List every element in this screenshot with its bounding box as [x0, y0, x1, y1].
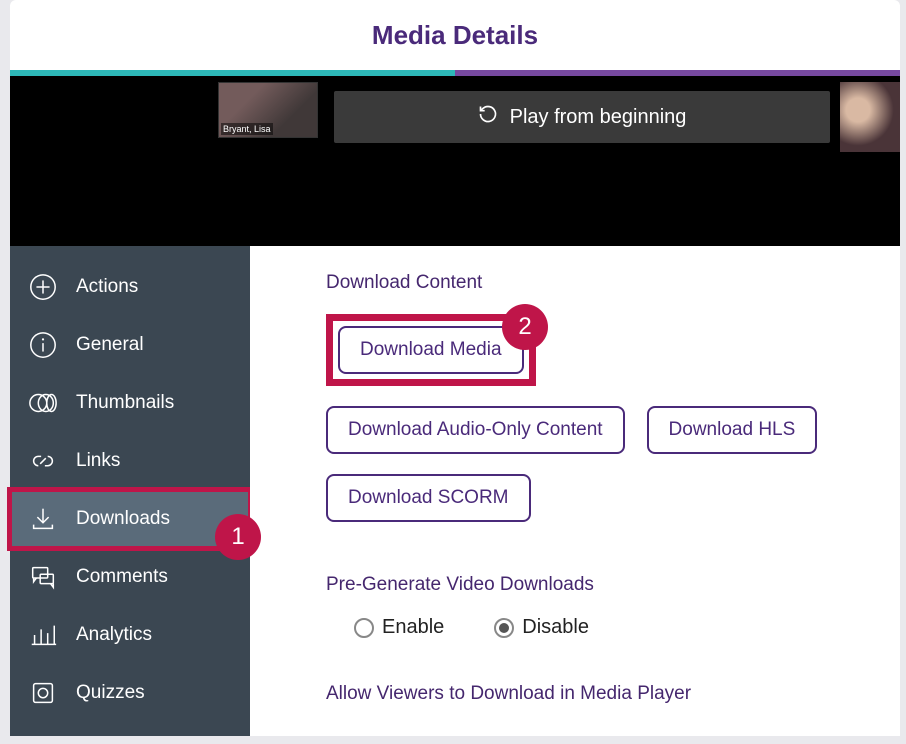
sidebar-item-label: Thumbnails — [76, 392, 174, 414]
participant-thumbnail: Bryant, Lisa — [218, 82, 318, 138]
video-player-area: Bryant, Lisa Play from beginning — [10, 76, 900, 246]
sidebar: Actions General Thumbnails Links — [10, 246, 250, 736]
reload-icon — [478, 104, 498, 130]
sidebar-item-actions[interactable]: Actions — [10, 258, 250, 316]
play-from-beginning-label: Play from beginning — [510, 106, 687, 129]
download-scorm-button[interactable]: Download SCORM — [326, 474, 531, 522]
content-row: Actions General Thumbnails Links — [10, 246, 900, 736]
sidebar-item-downloads[interactable]: Downloads — [10, 490, 250, 548]
pregenerate-title: Pre-Generate Video Downloads — [326, 574, 862, 596]
quiz-icon — [28, 678, 58, 708]
radio-icon — [494, 618, 514, 638]
radio-enable-label: Enable — [382, 616, 444, 639]
radio-icon — [354, 618, 374, 638]
thumbnails-icon — [28, 388, 58, 418]
participant-name-label: Bryant, Lisa — [221, 123, 273, 135]
link-icon — [28, 446, 58, 476]
radio-disable-label: Disable — [522, 616, 589, 639]
download-icon — [28, 504, 58, 534]
sidebar-item-thumbnails[interactable]: Thumbnails — [10, 374, 250, 432]
sidebar-item-label: Actions — [76, 276, 138, 298]
pregenerate-radio-group: Enable Disable — [354, 616, 862, 639]
main-panel: Download Content Download Media Download… — [250, 246, 900, 736]
sidebar-item-label: Links — [76, 450, 120, 472]
download-audio-button[interactable]: Download Audio-Only Content — [326, 406, 625, 454]
info-circle-icon — [28, 330, 58, 360]
sidebar-item-label: Comments — [76, 566, 168, 588]
sidebar-item-quizzes[interactable]: Quizzes — [10, 664, 250, 722]
sidebar-item-links[interactable]: Links — [10, 432, 250, 490]
sidebar-item-analytics[interactable]: Analytics — [10, 606, 250, 664]
play-from-beginning-button[interactable]: Play from beginning — [334, 91, 830, 143]
download-hls-button[interactable]: Download HLS — [647, 406, 818, 454]
download-media-button[interactable]: Download Media — [338, 326, 524, 374]
allow-download-title: Allow Viewers to Download in Media Playe… — [326, 683, 862, 705]
pregenerate-section: Pre-Generate Video Downloads Enable Disa… — [326, 574, 862, 639]
sidebar-item-comments[interactable]: Comments — [10, 548, 250, 606]
sidebar-item-label: General — [76, 334, 144, 356]
sidebar-item-label: Analytics — [76, 624, 152, 646]
bar-chart-icon — [28, 620, 58, 650]
sidebar-item-label: Quizzes — [76, 682, 145, 704]
media-details-modal: Media Details Bryant, Lisa Play from beg… — [10, 0, 900, 736]
modal-header: Media Details — [10, 0, 900, 70]
callout-2: 2 — [502, 304, 548, 350]
callout-1: 1 — [215, 514, 261, 560]
participant-thumbnail-2 — [840, 82, 900, 152]
comments-icon — [28, 562, 58, 592]
sidebar-item-label: Downloads — [76, 508, 170, 530]
radio-disable[interactable]: Disable — [494, 616, 589, 639]
modal-title: Media Details — [372, 20, 538, 51]
allow-download-section: Allow Viewers to Download in Media Playe… — [326, 683, 862, 705]
sidebar-item-general[interactable]: General — [10, 316, 250, 374]
plus-circle-icon — [28, 272, 58, 302]
radio-enable[interactable]: Enable — [354, 616, 444, 639]
download-content-title: Download Content — [326, 272, 862, 294]
